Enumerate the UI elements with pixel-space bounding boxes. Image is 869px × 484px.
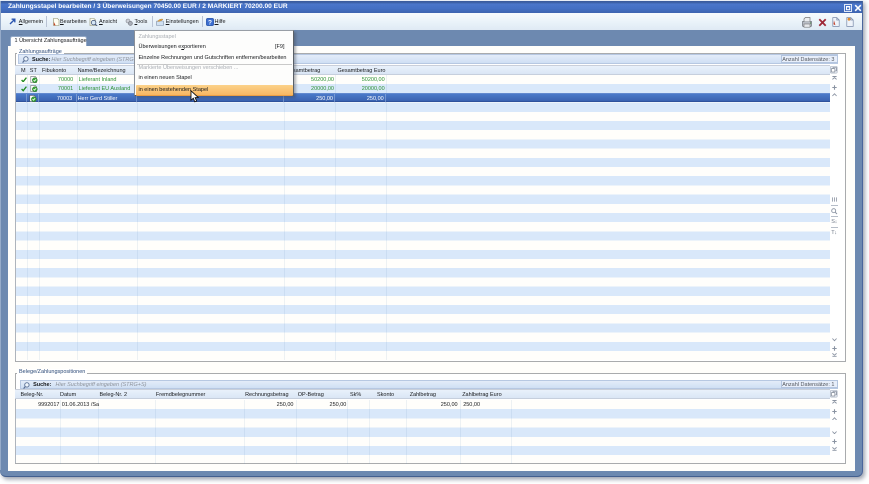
- svg-text:?: ?: [208, 19, 212, 26]
